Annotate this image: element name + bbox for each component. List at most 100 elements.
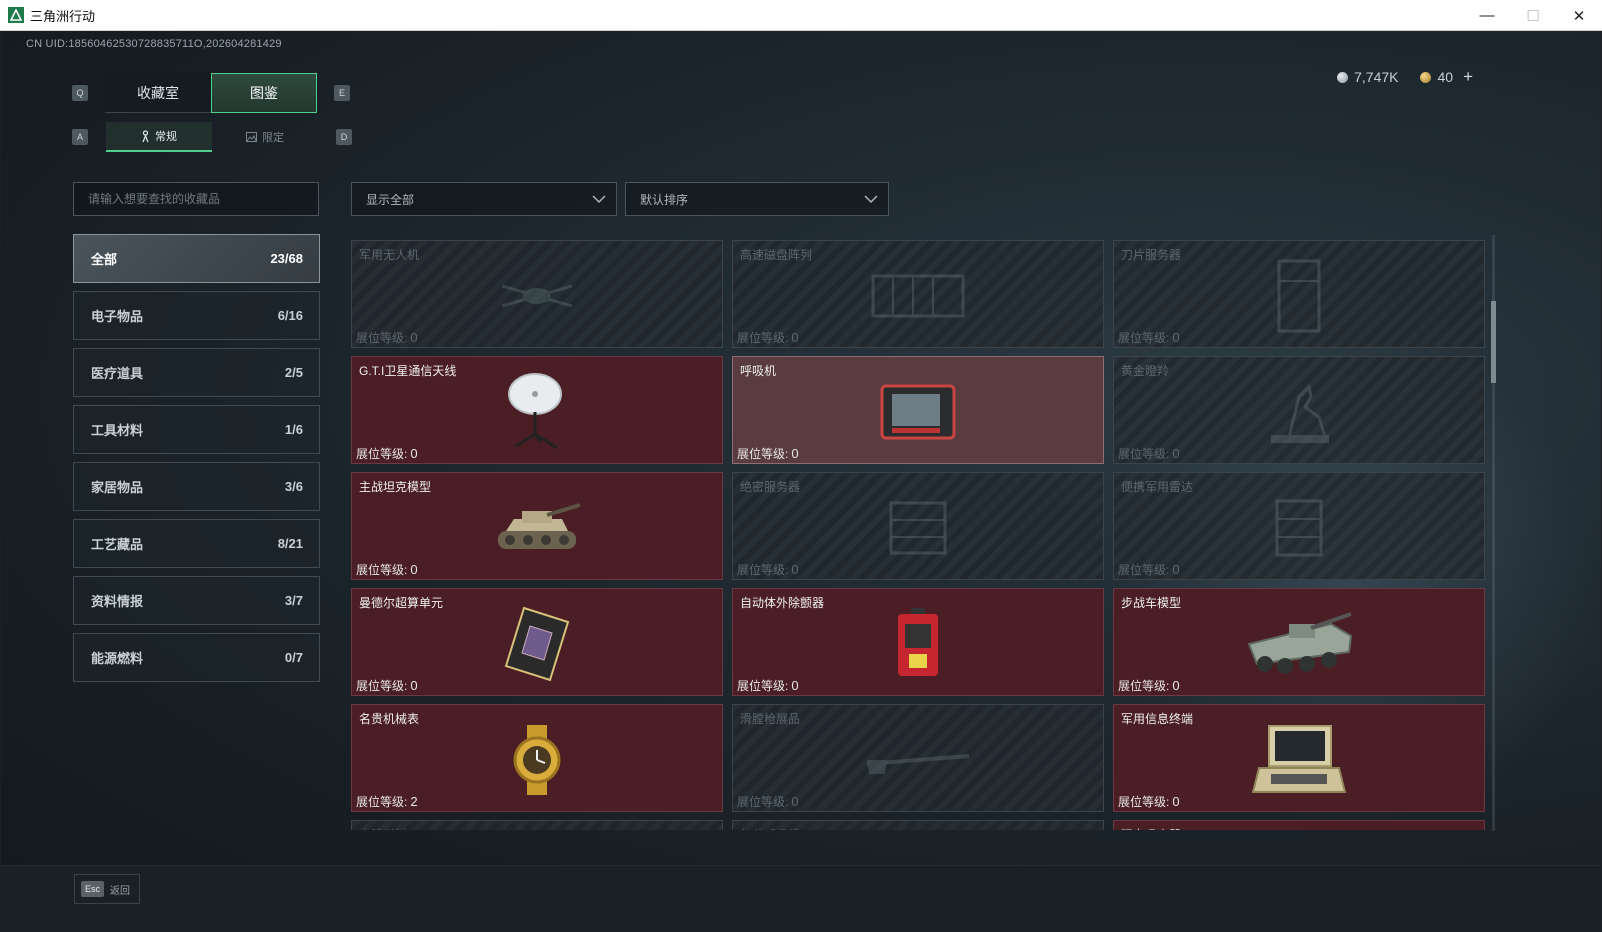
tab-collection-room[interactable]: 收藏室 (105, 73, 211, 113)
category-item[interactable]: 电子物品 6/16 (73, 291, 320, 340)
level-label: 展位等级: (356, 679, 408, 693)
collection-card[interactable]: 复苏呼吸机 展位等级:0 (732, 820, 1104, 830)
chevron-down-icon (864, 195, 878, 204)
collection-card[interactable]: 主战坦克模型 展位等级: 0 (351, 472, 723, 580)
category-label: 家居物品 (91, 480, 144, 495)
item-name: 刀片服务器 (1121, 248, 1182, 262)
silver-amount: 7,747K (1354, 69, 1399, 85)
subtab-regular-label: 常规 (155, 131, 177, 143)
sort-dropdown[interactable]: 默认排序 (625, 182, 889, 216)
collection-card[interactable]: 绝密服务器 展位等级: 0 (732, 472, 1104, 580)
category-label: 电子物品 (91, 309, 144, 324)
search-input[interactable] (88, 192, 308, 206)
collection-card[interactable]: 军用信息终端 展位等级: 0 (1113, 704, 1485, 812)
level-value: 0 (410, 678, 418, 693)
collection-card[interactable]: G.T.I卫星通信天线 展位等级: 0 (351, 356, 723, 464)
collection-card[interactable]: 曼德尔超算单元 展位等级: 0 (351, 588, 723, 696)
category-item[interactable]: 工具材料 1/6 (73, 405, 320, 454)
collection-card[interactable]: 高速磁盘阵列 展位等级: 0 (732, 240, 1104, 348)
category-count: 3/7 (284, 593, 303, 608)
level-value: 0 (1172, 562, 1180, 577)
category-label: 工艺藏品 (91, 537, 144, 552)
app-logo-icon (8, 7, 24, 23)
back-button[interactable]: Esc 返回 (74, 874, 140, 904)
category-item[interactable]: 资料情报 3/7 (73, 576, 320, 625)
search-box (73, 182, 319, 216)
collection-grid-viewport: 军用无人机 展位等级: 0 高速磁盘阵列 展位等级: 0 刀片服务器 展位等级: 0 … (351, 240, 1485, 830)
subtab-limited-label: 限定 (262, 132, 284, 144)
item-level: 展位等级: 0 (1118, 677, 1180, 694)
item-level: 展位等级: 0 (356, 677, 418, 694)
collection-card[interactable]: 黄金瞪羚 展位等级: 0 (1113, 356, 1485, 464)
level-value: 0 (1172, 794, 1180, 809)
collection-card[interactable]: 名贵机械表 展位等级: 2 (351, 704, 723, 812)
collection-card[interactable]: 呼吸机 展位等级: 0 (732, 356, 1104, 464)
subtab-regular[interactable]: 常规 (106, 122, 212, 152)
level-label: 展位等级: (1118, 795, 1170, 809)
level-value: 0 (410, 330, 418, 345)
sort-value: 默认排序 (640, 192, 689, 207)
subtab-limited[interactable]: 限定 (212, 122, 318, 152)
display-filter-dropdown[interactable]: 显示全部 (351, 182, 617, 216)
collection-card[interactable]: 滑膛枪展品 展位等级: 0 (732, 704, 1104, 812)
gold-amount: 40 (1437, 69, 1454, 85)
radar-icon (1239, 488, 1359, 568)
collection-card[interactable]: 刀片服务器 展位等级: 0 (1113, 240, 1485, 348)
item-name: 军用信息终端 (1121, 712, 1194, 726)
item-level: 展位等级: 0 (1118, 561, 1180, 578)
category-label: 工具材料 (91, 423, 144, 438)
level-label: 展位等级: (737, 563, 789, 577)
cpu-board-icon (477, 604, 597, 684)
image-icon (246, 132, 257, 142)
item-level: 展位等级: 0 (356, 561, 418, 578)
category-item[interactable]: 家居物品 3/6 (73, 462, 320, 511)
collection-card[interactable]: 自动体外除颤器 展位等级: 0 (732, 588, 1104, 696)
gazelle-icon (1239, 372, 1359, 452)
category-count: 23/68 (270, 251, 303, 266)
level-value: 0 (1172, 678, 1180, 693)
ventilator-icon (858, 372, 978, 452)
item-name: 主战坦克模型 (359, 480, 432, 494)
musket-icon (858, 720, 978, 800)
item-name: 曼德尔超算单元 (359, 596, 444, 610)
category-item[interactable]: 能源燃料 0/7 (73, 633, 320, 682)
key-hint-q: Q (72, 85, 88, 101)
level-label: 展位等级: (737, 331, 789, 345)
category-item[interactable]: 医疗道具 2/5 (73, 348, 320, 397)
minimize-button[interactable]: — (1464, 0, 1510, 31)
esc-key-hint: Esc (81, 881, 105, 897)
level-label: 展位等级: (737, 679, 789, 693)
add-currency-button[interactable]: + (1463, 67, 1473, 87)
item-level: 展位等级: 0 (737, 445, 799, 462)
item-level: 展位等级: 0 (356, 445, 418, 462)
back-label: 返回 (110, 885, 131, 897)
level-value: 2 (410, 794, 418, 809)
category-count: 8/21 (277, 536, 303, 551)
collection-card[interactable]: 步战车模型 展位等级: 0 (1113, 588, 1485, 696)
category-item[interactable]: 工艺藏品 8/21 (73, 519, 320, 568)
satellite-dish-icon (477, 372, 597, 452)
collection-card[interactable]: 军用无人机 展位等级: 0 (351, 240, 723, 348)
blade-server-icon (1239, 256, 1359, 336)
tank-icon (477, 488, 597, 568)
item-level: 展位等级: 0 (737, 561, 799, 578)
bottom-bar (1, 865, 1601, 931)
collection-card[interactable]: 火箭燃料 展位等级:0 (351, 820, 723, 830)
close-button[interactable]: ✕ (1556, 0, 1602, 31)
category-list: 全部 23/68 电子物品 6/16 医疗道具 2/5 工具材料 1/6 家居物品 3/6… (73, 234, 320, 690)
category-item[interactable]: 全部 23/68 (73, 234, 320, 283)
disk-array-icon (858, 256, 978, 336)
category-label: 全部 (91, 252, 118, 267)
maximize-button[interactable]: ☐ (1510, 0, 1556, 31)
collection-card[interactable]: 强力吸尘器 展位等级:0 (1113, 820, 1485, 830)
item-name: 步战车模型 (1121, 596, 1182, 610)
level-value: 0 (410, 562, 418, 577)
item-level: 展位等级: 0 (737, 793, 799, 810)
collection-card[interactable]: 便携军用雷达 展位等级: 0 (1113, 472, 1485, 580)
item-name: 火箭燃料 (359, 826, 407, 830)
tab-catalog[interactable]: 图鉴 (211, 73, 317, 113)
item-name: 复苏呼吸机 (740, 826, 800, 830)
grid-scrollbar-thumb[interactable] (1491, 301, 1496, 383)
level-value: 0 (791, 794, 799, 809)
item-name: 名贵机械表 (359, 712, 420, 726)
